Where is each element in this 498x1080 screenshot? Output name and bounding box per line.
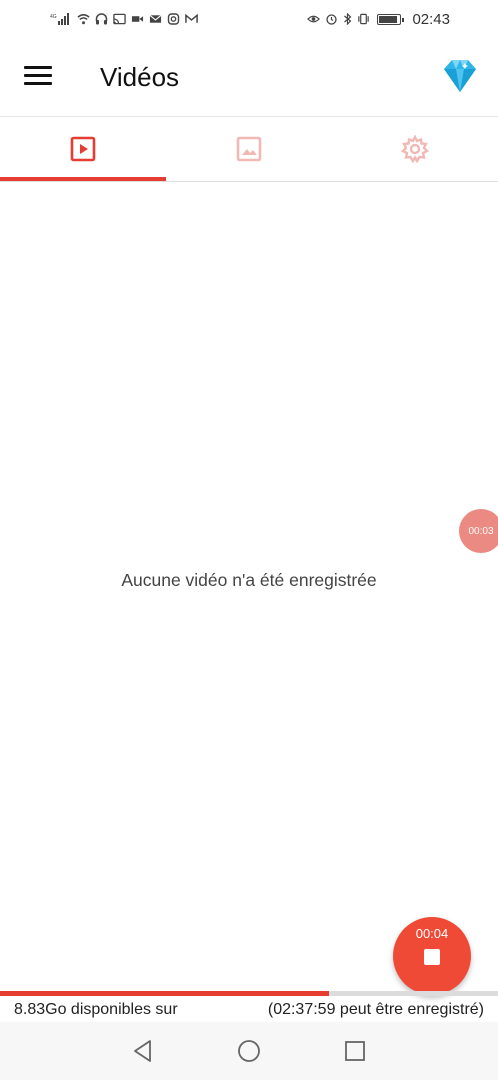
battery-level bbox=[379, 15, 398, 23]
vibrate-icon bbox=[357, 13, 370, 25]
storage-info: 8.83Go disponibles sur (02:37:59 peut êt… bbox=[0, 999, 498, 1023]
play-video-icon bbox=[70, 136, 96, 162]
app-bar: Vidéos bbox=[0, 38, 498, 116]
svg-text:4G: 4G bbox=[50, 14, 57, 20]
tab-bar bbox=[0, 117, 498, 181]
recording-time: 00:04 bbox=[415, 926, 449, 941]
status-left-icons: 4G bbox=[50, 13, 198, 25]
headset-icon bbox=[95, 13, 108, 25]
stop-icon bbox=[424, 949, 440, 965]
empty-state-message: Aucune vidéo n'a été enregistrée bbox=[121, 570, 377, 590]
alarm-icon bbox=[325, 13, 338, 25]
instagram-icon bbox=[167, 13, 180, 25]
status-right-icons: 02:43 bbox=[307, 11, 450, 28]
page-title: Vidéos bbox=[100, 62, 180, 92]
home-icon[interactable] bbox=[235, 1037, 263, 1065]
status-bar: 4G 02:43 bbox=[0, 0, 498, 38]
tab-videos[interactable] bbox=[0, 117, 166, 181]
hamburger-menu-icon[interactable] bbox=[24, 66, 52, 88]
bluetooth-icon bbox=[343, 13, 352, 25]
tab-settings[interactable] bbox=[332, 117, 498, 181]
storage-available-text: 8.83Go disponibles sur bbox=[14, 1001, 178, 1018]
system-nav-bar bbox=[0, 1022, 498, 1080]
wifi-icon bbox=[77, 13, 90, 25]
floating-timer-bubble[interactable]: 00:03 bbox=[459, 509, 498, 553]
mail-icon bbox=[149, 13, 162, 25]
recents-icon[interactable] bbox=[341, 1037, 369, 1065]
tab-images[interactable] bbox=[166, 117, 332, 181]
gmail-icon bbox=[185, 13, 198, 25]
back-icon[interactable] bbox=[129, 1037, 157, 1065]
tab-divider bbox=[0, 181, 498, 182]
signal-icon: 4G bbox=[50, 13, 72, 25]
battery-icon bbox=[377, 13, 405, 25]
image-icon bbox=[236, 136, 262, 162]
video-camera-icon bbox=[131, 13, 144, 25]
diamond-icon[interactable] bbox=[440, 58, 480, 94]
storage-progress-fill bbox=[0, 991, 329, 996]
cast-icon bbox=[113, 13, 126, 25]
storage-progress-bar bbox=[0, 991, 498, 996]
status-clock: 02:43 bbox=[412, 10, 450, 28]
stop-recording-button[interactable]: 00:04 bbox=[393, 917, 471, 995]
gear-icon bbox=[401, 135, 429, 163]
eye-icon bbox=[307, 13, 321, 25]
storage-remaining-text: (02:37:59 peut être enregistré) bbox=[267, 1001, 484, 1018]
